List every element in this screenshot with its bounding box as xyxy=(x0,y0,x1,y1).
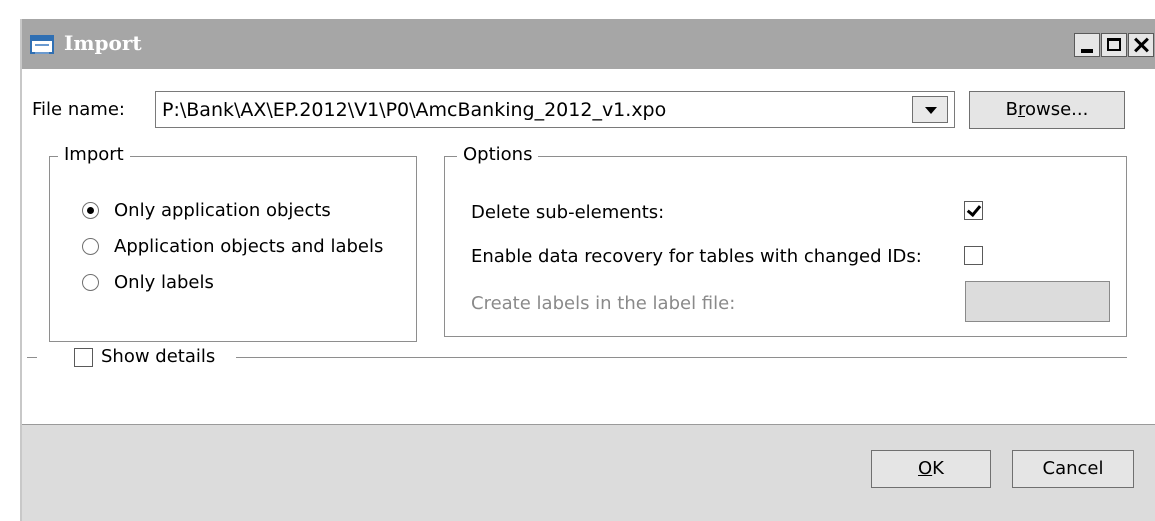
details-divider-left xyxy=(27,357,37,358)
radio-label-only-application-objects[interactable]: Only application objects xyxy=(114,200,331,221)
radio-only-labels[interactable] xyxy=(82,274,99,291)
import-group-legend: Import xyxy=(58,144,130,165)
radio-only-application-objects[interactable] xyxy=(82,202,99,219)
options-group-legend: Options xyxy=(457,144,539,165)
dialog-footer: OK Cancel xyxy=(22,424,1155,521)
data-recovery-checkbox[interactable] xyxy=(964,246,983,265)
chevron-down-icon[interactable] xyxy=(912,96,948,123)
close-button[interactable] xyxy=(1128,33,1154,57)
show-details-checkbox[interactable] xyxy=(74,348,93,367)
data-recovery-label: Enable data recovery for tables with cha… xyxy=(471,246,922,267)
dialog-icon xyxy=(30,35,54,54)
cancel-button[interactable]: Cancel xyxy=(1012,450,1134,488)
radio-label-only-labels[interactable]: Only labels xyxy=(114,272,214,293)
delete-sub-elements-label: Delete sub-elements: xyxy=(471,202,665,223)
title-bar[interactable]: Import xyxy=(22,19,1155,69)
browse-mnemonic: r xyxy=(1017,99,1025,120)
file-name-value[interactable]: P:\Bank\AX\EP.2012\V1\P0\AmcBanking_2012… xyxy=(162,99,666,121)
import-dialog: Import File name: P:\Bank\AX\EP.2012\V1\… xyxy=(20,19,1155,521)
create-labels-label: Create labels in the label file: xyxy=(471,293,736,314)
radio-label-application-objects-and-labels[interactable]: Application objects and labels xyxy=(114,236,383,257)
dialog-title: Import xyxy=(64,31,142,55)
file-name-combobox[interactable]: P:\Bank\AX\EP.2012\V1\P0\AmcBanking_2012… xyxy=(155,91,955,128)
browse-button[interactable]: Browse... xyxy=(969,91,1125,129)
radio-application-objects-and-labels[interactable] xyxy=(82,238,99,255)
ok-button[interactable]: OK xyxy=(871,450,991,488)
show-details-label[interactable]: Show details xyxy=(101,346,215,367)
file-name-label: File name: xyxy=(32,99,125,120)
delete-sub-elements-checkbox[interactable] xyxy=(964,201,983,220)
label-file-field[interactable] xyxy=(965,281,1110,322)
details-divider xyxy=(236,357,1127,358)
ok-mnemonic: O xyxy=(918,458,933,479)
maximize-button[interactable] xyxy=(1101,33,1127,57)
minimize-button[interactable] xyxy=(1074,33,1100,57)
